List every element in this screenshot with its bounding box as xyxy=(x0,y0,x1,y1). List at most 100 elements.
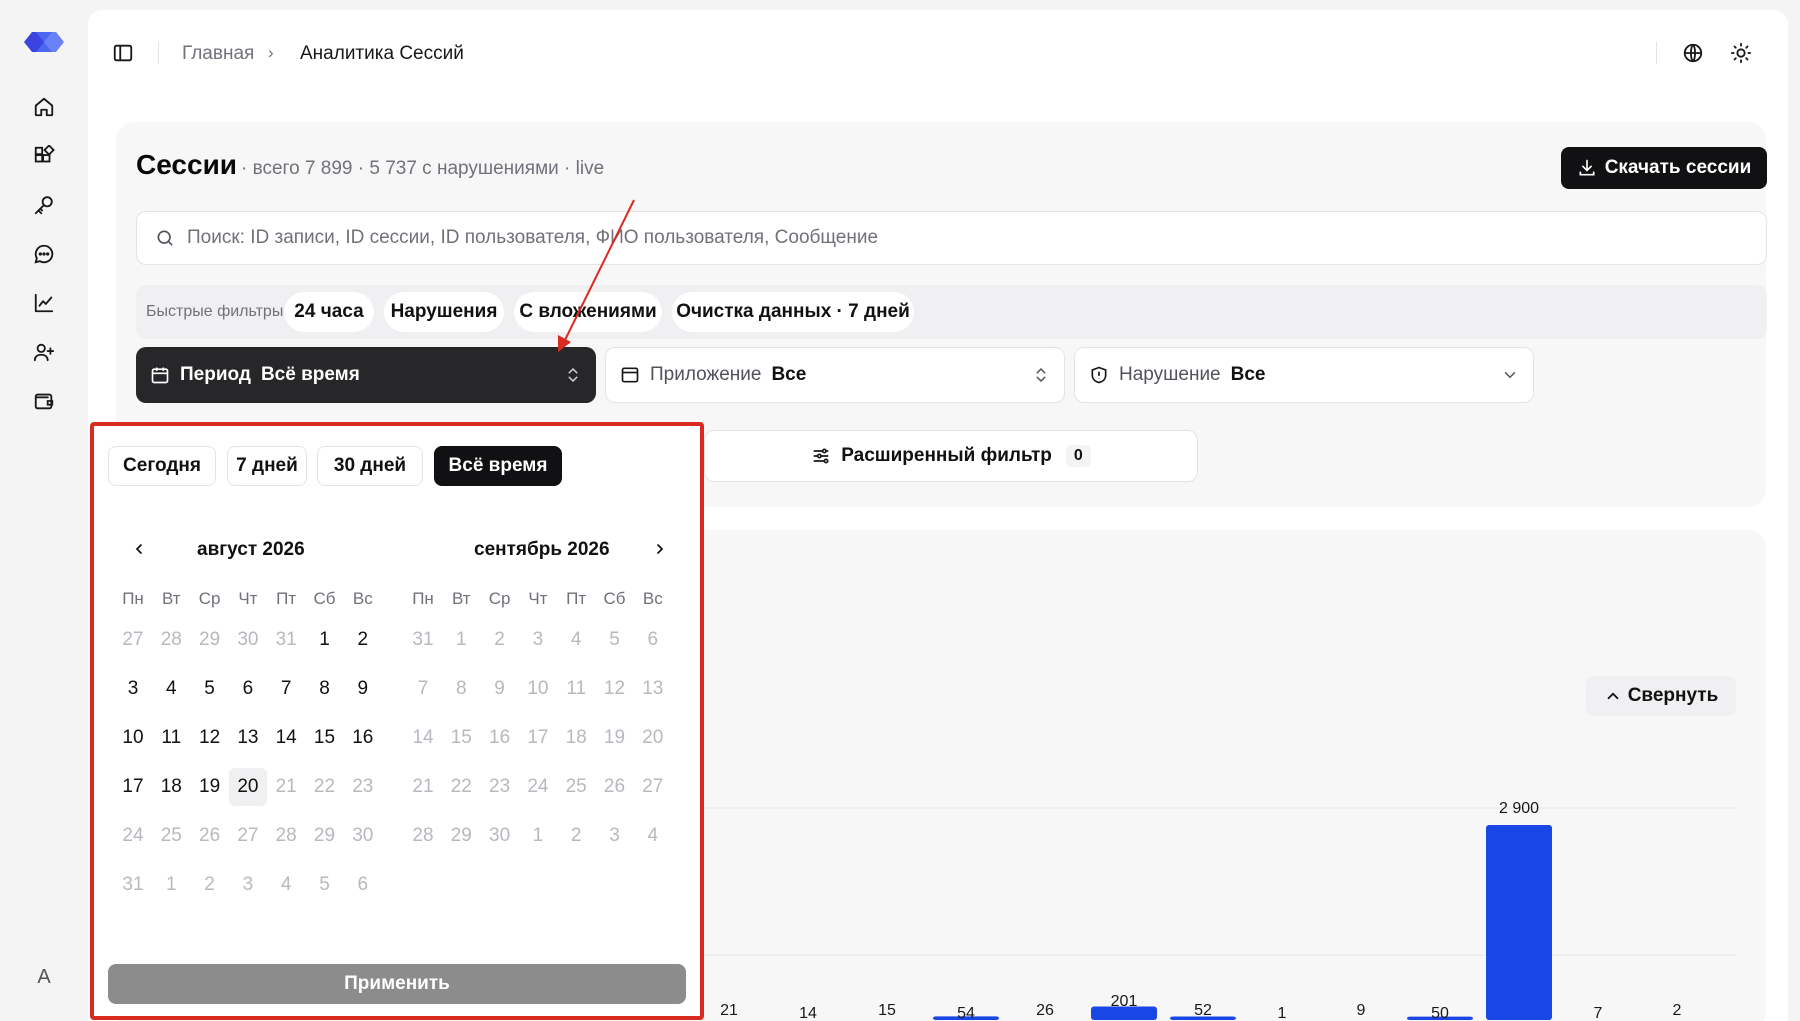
search-field[interactable] xyxy=(136,211,1767,265)
bar-value-label: 26 xyxy=(1036,1002,1054,1019)
user-avatar[interactable]: A xyxy=(30,963,58,991)
top-bar: Главная › Аналитика Сессий xyxy=(88,10,1788,96)
calendar-day: 27 xyxy=(237,825,259,846)
download-sessions-button[interactable]: Скачать сессии xyxy=(1561,147,1767,189)
bar-value-label: 54 xyxy=(957,1005,975,1021)
calendar-day[interactable]: 15 xyxy=(306,719,344,757)
period-select[interactable]: Период Всё время xyxy=(136,347,596,403)
chevron-right-icon xyxy=(657,544,664,554)
calendar-day[interactable]: 12 xyxy=(191,719,229,757)
add-user-icon[interactable] xyxy=(31,339,57,365)
calendar-day: 23 xyxy=(352,776,374,797)
calendar-day[interactable]: 16 xyxy=(344,719,382,757)
quick-filter-chip[interactable]: 24 часа xyxy=(284,292,374,332)
calendar-day[interactable]: 8 xyxy=(306,670,344,708)
app-logo[interactable] xyxy=(22,31,66,53)
sidebar: A xyxy=(0,0,88,1021)
violation-select[interactable]: Нарушение Все xyxy=(1074,347,1534,403)
preset-7-days[interactable]: 7 дней xyxy=(227,446,307,486)
quick-filter-chip[interactable]: Нарушения xyxy=(384,292,504,332)
download-icon xyxy=(1579,159,1595,176)
analytics-icon[interactable] xyxy=(31,290,57,316)
calendar-day[interactable]: 10 xyxy=(114,719,152,757)
calendar-day: 7 xyxy=(417,678,429,699)
calendar-day: 15 xyxy=(450,727,472,748)
sun-icon[interactable] xyxy=(1730,42,1752,69)
calendar-day[interactable]: 7 xyxy=(267,670,305,708)
calendar-day: 24 xyxy=(527,776,549,797)
calendar-day: 28 xyxy=(412,825,434,846)
quick-filters-label: Быстрые фильтры xyxy=(146,303,284,320)
calendar-day[interactable]: 2 xyxy=(344,621,382,659)
key-icon[interactable] xyxy=(31,192,57,218)
calendar-day: 28 xyxy=(275,825,297,846)
chevron-down-icon xyxy=(1501,366,1519,384)
prev-month-button[interactable] xyxy=(124,534,154,564)
calendar-day: 27 xyxy=(122,629,144,650)
calendar-day[interactable]: 14 xyxy=(267,719,305,757)
preset-today[interactable]: Сегодня xyxy=(108,446,216,486)
wallet-icon[interactable] xyxy=(31,388,57,414)
calendar-day[interactable]: 20 xyxy=(228,768,267,806)
globe-icon[interactable] xyxy=(1682,42,1704,69)
preset-all-time[interactable]: Всё время xyxy=(434,446,562,486)
bar-value-label: 7 xyxy=(1594,1005,1603,1021)
chart-bar[interactable] xyxy=(1486,825,1552,1020)
calendar-day[interactable]: 1 xyxy=(306,621,344,659)
chat-icon[interactable] xyxy=(31,241,57,267)
chevrons-up-down-icon xyxy=(1032,366,1050,384)
preset-30-days[interactable]: 30 дней xyxy=(317,446,423,486)
calendar-day[interactable]: 17 xyxy=(114,768,152,806)
calendar-day[interactable]: 6 xyxy=(229,670,267,708)
calendar-day[interactable]: 5 xyxy=(191,670,229,708)
advanced-filter-count: 0 xyxy=(1065,445,1091,467)
quick-filters: Быстрые фильтры 24 часа Нарушения С влож… xyxy=(136,285,1767,339)
sessions-summary: · всего 7 899 · 5 737 с нарушениями · li… xyxy=(241,158,605,179)
calendar-day[interactable]: 19 xyxy=(191,768,229,806)
integrations-icon[interactable] xyxy=(31,143,57,169)
weekday-label: Ср xyxy=(198,589,221,608)
calendar-day: 2 xyxy=(494,629,505,650)
calendar-icon xyxy=(151,367,169,384)
calendar-day: 19 xyxy=(603,727,626,748)
calendar-day: 25 xyxy=(565,776,587,797)
weekday-label: Вт xyxy=(452,589,471,608)
sliders-icon xyxy=(813,448,829,464)
calendar-day: 26 xyxy=(199,825,221,846)
calendar-day: 11 xyxy=(566,678,587,699)
weekday-label: Вс xyxy=(642,589,663,608)
calendar-day[interactable]: 11 xyxy=(152,719,190,757)
period-value: Всё время xyxy=(260,364,360,385)
weekday-label: Пт xyxy=(566,589,587,608)
calendar-day[interactable]: 18 xyxy=(152,768,190,806)
month-title-right: сентябрь 2026 xyxy=(474,539,610,560)
home-icon[interactable] xyxy=(31,94,57,120)
calendar-day[interactable]: 9 xyxy=(344,670,382,708)
app-select[interactable]: Приложение Все xyxy=(605,347,1065,403)
calendar-day: 18 xyxy=(565,727,587,748)
search-input[interactable] xyxy=(187,227,1687,249)
weekday-label: Ср xyxy=(488,589,511,608)
calendar-day[interactable]: 3 xyxy=(114,670,152,708)
quick-filter-chip[interactable]: Очистка данных · 7 дней xyxy=(672,292,914,332)
period-label: Период xyxy=(180,364,251,385)
bar-value-label: 50 xyxy=(1431,1005,1449,1021)
advanced-filter-button[interactable]: Расширенный фильтр 0 xyxy=(704,430,1198,482)
calendar-day[interactable]: 13 xyxy=(229,719,267,757)
calendar-day: 2 xyxy=(570,825,582,846)
sidebar-toggle-icon[interactable] xyxy=(112,42,134,69)
shield-icon xyxy=(1091,366,1107,384)
calendar-day: 1 xyxy=(166,874,177,895)
calendar-day: 29 xyxy=(450,825,472,846)
chevron-left-icon xyxy=(135,544,142,554)
quick-filter-chip[interactable]: С вложениями xyxy=(514,292,662,332)
apply-button[interactable]: Применить xyxy=(108,964,686,1004)
page-title: Сессии xyxy=(136,149,237,180)
breadcrumb-home[interactable]: Главная xyxy=(182,43,254,65)
calendar-day: 3 xyxy=(609,825,620,846)
calendar-day[interactable]: 4 xyxy=(152,670,190,708)
next-month-button[interactable] xyxy=(645,534,675,564)
bar-value-label: 2 xyxy=(1673,1002,1682,1019)
calendar-day: 23 xyxy=(489,776,511,797)
weekday-label: Сб xyxy=(603,589,626,608)
